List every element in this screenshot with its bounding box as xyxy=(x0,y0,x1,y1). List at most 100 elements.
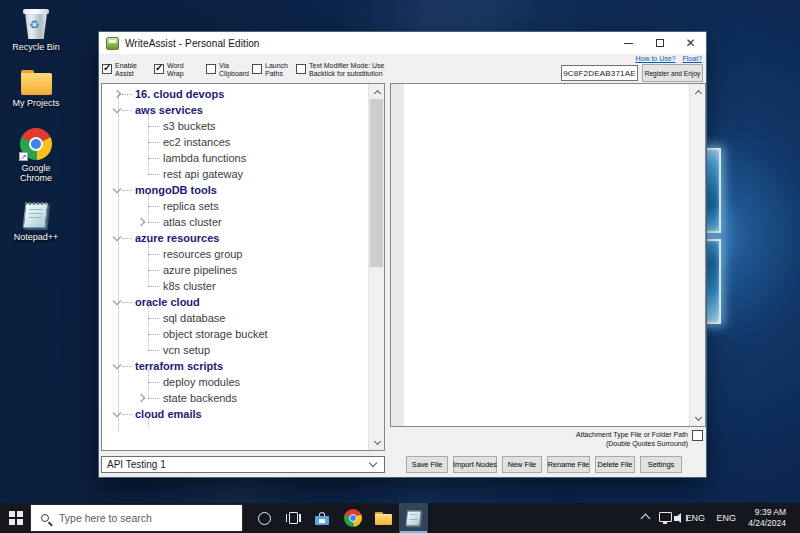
search-placeholder: Type here to search xyxy=(59,512,152,524)
network-icon[interactable] xyxy=(659,512,672,522)
rename-file-button[interactable]: Rename File xyxy=(547,456,590,473)
tree-expanded-icon[interactable] xyxy=(113,233,121,241)
tree-node-replica-sets[interactable]: replica sets xyxy=(102,198,368,214)
desktop-icon-google-chrome[interactable]: ↗Google Chrome xyxy=(0,128,72,183)
tree-node-sql-database[interactable]: sql database xyxy=(102,310,368,326)
checkbox[interactable] xyxy=(296,64,306,74)
desktop-icon-label: My Projects xyxy=(12,98,59,108)
import-nodes-button[interactable]: Import Nodes xyxy=(453,456,497,473)
file-selector-combobox[interactable]: API Testing 1 xyxy=(101,456,385,473)
scroll-up-arrow[interactable] xyxy=(369,84,385,99)
toolbar-checkbox-4[interactable]: Text Modifier Mode: Use Backtick for sub… xyxy=(296,62,384,78)
minimize-button[interactable] xyxy=(613,32,644,54)
editor-scrollbar[interactable] xyxy=(689,84,705,426)
toolbar-checkbox-2[interactable]: Via Clipboard xyxy=(206,62,249,78)
tree-node-vcn-setup[interactable]: vcn setup xyxy=(102,342,368,358)
checkbox[interactable] xyxy=(206,64,216,74)
task-view-button[interactable] xyxy=(279,503,307,533)
attachment-note: Attachment Type File or Folder Path (Dou… xyxy=(576,430,688,448)
tree-node-s3-buckets[interactable]: s3 buckets xyxy=(102,118,368,134)
toolbar-checkbox-1[interactable]: Word Wrap xyxy=(154,62,184,78)
tree-node-label: aws services xyxy=(135,104,203,116)
tree-expanded-icon[interactable] xyxy=(113,185,121,193)
desktop-icon-label: Google Chrome xyxy=(20,163,52,183)
tree-node-resources-group[interactable]: resources group xyxy=(102,246,368,262)
settings-button[interactable]: Settings xyxy=(640,456,682,473)
desktop-icon-recycle-bin[interactable]: ♻Recycle Bin xyxy=(0,8,72,52)
taskbar-search[interactable]: Type here to search xyxy=(30,504,243,532)
cortana-button[interactable] xyxy=(250,503,278,533)
desktop-icon-my-projects[interactable]: My Projects xyxy=(0,70,72,108)
tree-node-label: k8s cluster xyxy=(163,280,216,292)
tree-node-aws-services[interactable]: aws services xyxy=(102,102,368,118)
language-indicator-1[interactable]: ENG xyxy=(685,503,705,533)
toolbar-checkbox-3[interactable]: Launch Paths xyxy=(252,62,288,78)
checkbox[interactable] xyxy=(102,64,112,74)
register-button[interactable]: Register and Enjoy xyxy=(642,64,703,82)
tree-scrollbar[interactable] xyxy=(368,84,384,450)
tree-collapsed-icon[interactable] xyxy=(137,218,145,226)
tray-chevron-up-icon[interactable] xyxy=(641,514,651,524)
tree-expanded-icon[interactable] xyxy=(113,409,121,417)
text-editor-area[interactable] xyxy=(390,83,706,427)
tree-node-label: oracle cloud xyxy=(135,296,200,308)
float-link[interactable]: Float? xyxy=(683,55,702,62)
tree-expanded-icon[interactable] xyxy=(113,105,121,113)
desktop-icon-notepad-plus-plus[interactable]: Notepad++ xyxy=(0,201,72,242)
license-key-field[interactable]: 9C8F2DEAB371AE xyxy=(561,65,638,81)
tree-node-k8s-cluster[interactable]: k8s cluster xyxy=(102,278,368,294)
tree-scrollbar-thumb[interactable] xyxy=(370,99,383,267)
tree-collapsed-icon[interactable] xyxy=(137,394,145,402)
tree-node-cloud-emails[interactable]: cloud emails xyxy=(102,406,368,422)
scroll-up-arrow[interactable] xyxy=(690,84,706,99)
checkbox[interactable] xyxy=(252,64,262,74)
start-button[interactable] xyxy=(9,511,23,525)
tree-expanded-icon[interactable] xyxy=(113,361,121,369)
scroll-down-arrow[interactable] xyxy=(690,411,706,426)
notepad-plus-plus-taskbar-button[interactable] xyxy=(399,503,428,533)
tree-node-label: cloud emails xyxy=(135,408,202,420)
editor-gutter xyxy=(391,84,404,426)
attachment-checkbox[interactable] xyxy=(692,430,703,441)
tree-node-label: ec2 instances xyxy=(163,136,230,148)
tree-node-label: azure pipelines xyxy=(163,264,237,276)
node-tree-panel: 16. cloud devops aws services s3 buckets ec… xyxy=(101,83,385,451)
tree-node-terraform-scripts[interactable]: terraform scripts xyxy=(102,358,368,374)
tree-node-oracle-cloud[interactable]: oracle cloud xyxy=(102,294,368,310)
checkbox-label: Enable Assist xyxy=(115,62,137,78)
tree-collapsed-icon[interactable] xyxy=(113,90,121,98)
tree-node-azure-pipelines[interactable]: azure pipelines xyxy=(102,262,368,278)
tree-node-atlas-cluster[interactable]: atlas cluster xyxy=(102,214,368,230)
tree-node-label: atlas cluster xyxy=(163,216,222,228)
tree-node-label: replica sets xyxy=(163,200,219,212)
folder-icon xyxy=(21,70,52,95)
tree-node-label: terraform scripts xyxy=(135,360,223,372)
store-button[interactable] xyxy=(308,503,336,533)
language-indicator-2[interactable]: ENG xyxy=(716,503,736,533)
chrome-button[interactable] xyxy=(339,503,367,533)
maximize-button[interactable] xyxy=(644,32,675,54)
tree-node-object-storage-bucket[interactable]: object storage bucket xyxy=(102,326,368,342)
tree-node-state-backends[interactable]: state backends xyxy=(102,390,368,406)
toolbar-checkbox-0[interactable]: Enable Assist xyxy=(102,62,137,78)
how-to-use-link[interactable]: How to Use? xyxy=(635,55,675,62)
clock[interactable]: 9:39 AM 4/24/2024 xyxy=(748,507,786,529)
delete-file-button[interactable]: Delete File xyxy=(595,456,635,473)
close-button[interactable]: ✕ xyxy=(675,32,706,54)
scroll-down-arrow[interactable] xyxy=(369,435,385,450)
tree-node-deploy-modules[interactable]: deploy modules xyxy=(102,374,368,390)
tree-node-ec2-instances[interactable]: ec2 instances xyxy=(102,134,368,150)
tree-node-azure-resources[interactable]: azure resources xyxy=(102,230,368,246)
checkbox[interactable] xyxy=(154,64,164,74)
file-explorer-button[interactable] xyxy=(369,503,397,533)
new-file-button[interactable]: New File xyxy=(502,456,542,473)
tree-node-mongodb-tools[interactable]: mongoDB tools xyxy=(102,182,368,198)
tree-node-label: rest api gateway xyxy=(163,168,243,180)
tree-node-lambda-functions[interactable]: lambda functions xyxy=(102,150,368,166)
tree-node-rest-api-gateway[interactable]: rest api gateway xyxy=(102,166,368,182)
tree-expanded-icon[interactable] xyxy=(113,297,121,305)
toolbar: Enable Assist Word Wrap Via ClipboardLaunc… xyxy=(99,54,706,83)
tree-node-16-cloud-devops[interactable]: 16. cloud devops xyxy=(102,86,368,102)
save-file-button[interactable]: Save File xyxy=(406,456,448,473)
taskbar: Type here to search ENG ENG 9:39 AM 4/24… xyxy=(0,503,800,533)
